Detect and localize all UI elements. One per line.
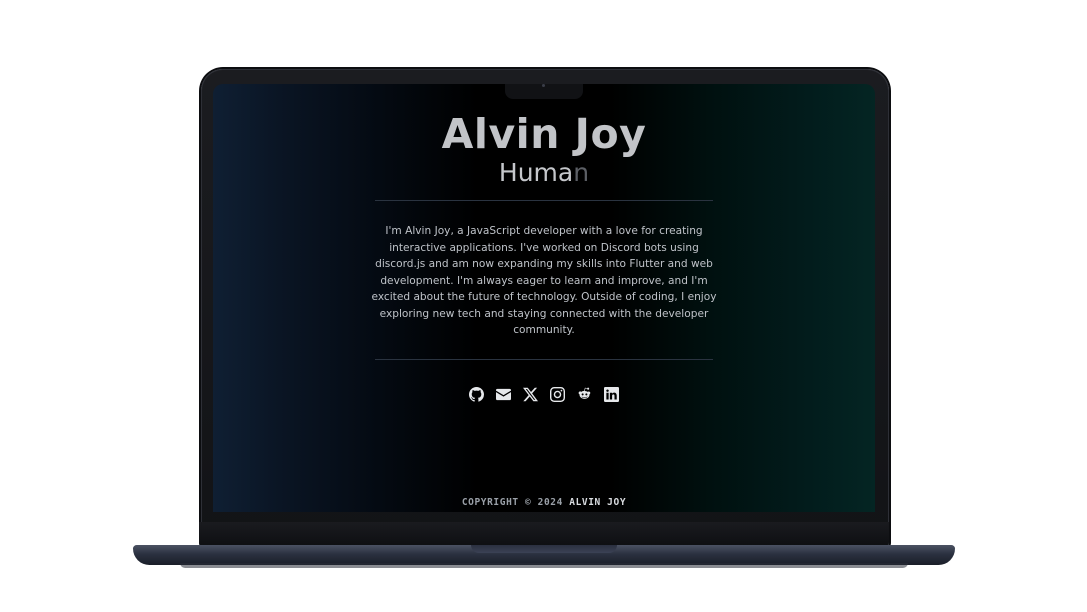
instagram-icon xyxy=(550,387,565,402)
laptop-bottom-bezel xyxy=(199,522,889,546)
role-text-fading: n xyxy=(573,158,590,187)
page-title: Alvin Joy xyxy=(441,110,647,158)
github-link[interactable] xyxy=(468,386,485,403)
x-icon xyxy=(523,387,538,402)
portfolio-page: Alvin Joy Human I'm Alvin Joy, a JavaScr… xyxy=(213,84,875,512)
bio-paragraph: I'm Alvin Joy, a JavaScript developer wi… xyxy=(371,225,717,336)
social-links xyxy=(213,386,875,403)
instagram-link[interactable] xyxy=(549,386,566,403)
divider-top xyxy=(375,200,713,201)
copyright-owner: ALVIN JOY xyxy=(569,497,627,508)
linkedin-link[interactable] xyxy=(603,386,620,403)
reddit-icon xyxy=(578,387,591,399)
email-link[interactable] xyxy=(495,386,512,403)
laptop-foot xyxy=(180,563,908,568)
email-icon xyxy=(496,388,511,401)
role-text: Huma xyxy=(498,158,574,187)
linkedin-icon xyxy=(604,387,619,402)
x-link[interactable] xyxy=(522,386,539,403)
reddit-link[interactable] xyxy=(576,386,593,403)
laptop-mockup: Alvin Joy Human I'm Alvin Joy, a JavaScr… xyxy=(0,0,1087,612)
role-typewriter: Human xyxy=(213,158,875,187)
github-icon xyxy=(469,387,484,402)
copyright-text: COPYRIGHT © 2024 xyxy=(461,497,570,508)
webcam-icon xyxy=(542,84,545,87)
copyright-footer: COPYRIGHT © 2024 ALVIN JOY xyxy=(213,497,875,508)
divider-bottom xyxy=(375,359,713,360)
trackpad-opening xyxy=(471,545,617,553)
laptop-screen: Alvin Joy Human I'm Alvin Joy, a JavaScr… xyxy=(213,84,875,512)
